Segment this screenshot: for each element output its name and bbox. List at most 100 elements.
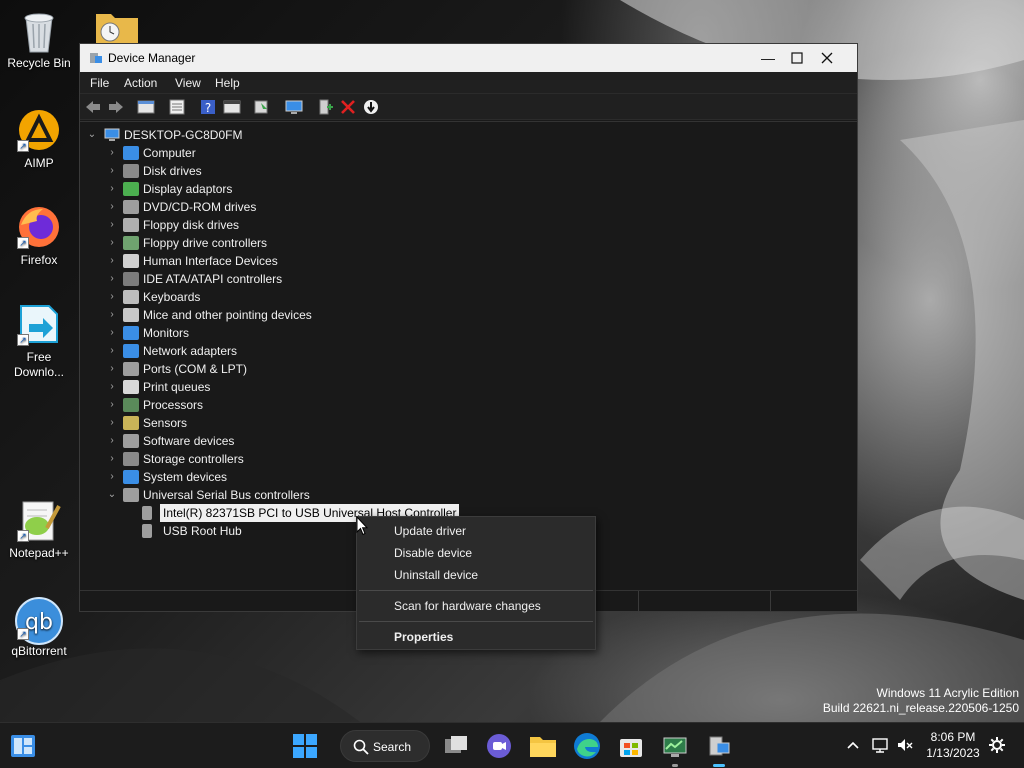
menu-action[interactable]: Action (124, 76, 157, 90)
system-clock[interactable]: 8:06 PM 1/13/2023 (922, 729, 984, 761)
desktop-icon-recycle-bin[interactable]: Recycle Bin (1, 8, 77, 71)
chevron-right-icon[interactable]: › (106, 360, 118, 378)
properties-list-icon[interactable] (137, 99, 155, 115)
chevron-right-icon[interactable]: › (106, 252, 118, 270)
tree-category[interactable]: › IDE ATA/ATAPI controllers (106, 270, 406, 288)
tree-category[interactable]: › Software devices (106, 432, 406, 450)
widgets-button[interactable] (8, 731, 38, 761)
chevron-right-icon[interactable]: › (106, 468, 118, 486)
chevron-right-icon[interactable]: › (106, 270, 118, 288)
tree-category[interactable]: › System devices (106, 468, 406, 486)
tree-category[interactable]: › Ports (COM & LPT) (106, 360, 406, 378)
update-driver-icon[interactable] (253, 99, 271, 115)
chevron-right-icon[interactable]: › (106, 144, 118, 162)
help-icon[interactable]: ? (199, 99, 217, 115)
taskbar-app-monitor[interactable] (660, 731, 690, 767)
chevron-right-icon[interactable]: › (106, 162, 118, 180)
search-label: Search (373, 740, 412, 754)
tree-category-label: Floppy drive controllers (143, 236, 268, 250)
menu-item-properties[interactable]: Properties (394, 630, 453, 644)
desktop-icon-free-download[interactable]: ↗ Free Downlo... (1, 302, 77, 380)
taskbar-app-device-manager[interactable] (704, 731, 734, 767)
title-bar[interactable]: Device Manager — (80, 44, 857, 72)
network-icon[interactable] (871, 736, 889, 754)
tree-category[interactable]: › Print queues (106, 378, 406, 396)
desktop-icon-aimp[interactable]: ↗ AIMP (1, 108, 77, 171)
tree-category[interactable]: › Floppy disk drives (106, 216, 406, 234)
file-explorer-button[interactable] (528, 731, 558, 761)
desktop-icon-label: Free Downlo... (13, 350, 65, 379)
chevron-right-icon[interactable]: › (106, 198, 118, 216)
tree-category[interactable]: › Processors (106, 396, 406, 414)
minimize-button[interactable]: — (753, 44, 783, 72)
show-hidden-icon[interactable] (223, 99, 241, 115)
notification-settings-icon[interactable] (988, 736, 1006, 754)
tree-root[interactable]: ⌄ DESKTOP-GC8D0FM (86, 126, 286, 144)
menu-item-update-driver[interactable]: Update driver (394, 524, 466, 538)
chevron-right-icon[interactable]: › (106, 234, 118, 252)
tree-category[interactable]: › DVD/CD-ROM drives (106, 198, 406, 216)
volume-muted-icon[interactable] (896, 736, 914, 754)
chevron-right-icon[interactable]: › (106, 396, 118, 414)
tree-category[interactable]: › Computer (106, 144, 406, 162)
menu-item-scan-hardware[interactable]: Scan for hardware changes (394, 599, 541, 613)
tree-category[interactable]: › Storage controllers (106, 450, 406, 468)
menu-item-disable-device[interactable]: Disable device (394, 546, 472, 560)
menu-help[interactable]: Help (215, 76, 240, 90)
chevron-down-icon[interactable]: ⌄ (106, 486, 118, 504)
context-menu[interactable]: Update driver Disable device Uninstall d… (356, 516, 596, 650)
chevron-right-icon[interactable]: › (106, 288, 118, 306)
search-button[interactable]: Search (340, 730, 430, 762)
start-button[interactable] (290, 731, 320, 761)
chevron-right-icon[interactable]: › (106, 216, 118, 234)
chevron-down-icon[interactable]: ⌄ (86, 126, 98, 144)
tree-category[interactable]: › Keyboards (106, 288, 406, 306)
chevron-right-icon[interactable]: › (106, 432, 118, 450)
edge-button[interactable] (572, 731, 602, 761)
forward-icon[interactable] (107, 99, 125, 115)
store-button[interactable] (616, 731, 646, 761)
tree-category[interactable]: › Sensors (106, 414, 406, 432)
back-icon[interactable] (84, 99, 102, 115)
tree-category[interactable]: › Disk drives (106, 162, 406, 180)
enable-device-icon[interactable] (317, 99, 335, 115)
chevron-up-icon[interactable] (844, 736, 862, 754)
taskbar: Search 8:06 PM 1/13/2023 (0, 722, 1024, 768)
disable-device-icon[interactable] (362, 99, 380, 115)
uninstall-icon[interactable] (339, 99, 357, 115)
desktop-icon-label: qBittorrent (11, 644, 67, 658)
chevron-right-icon[interactable]: › (106, 324, 118, 342)
chat-button[interactable] (484, 731, 514, 761)
chevron-right-icon[interactable]: › (106, 378, 118, 396)
chevron-right-icon[interactable]: › (106, 450, 118, 468)
tree-category[interactable]: ⌄ Universal Serial Bus controllers (106, 486, 406, 504)
device-category-icon (123, 290, 139, 304)
menu-view[interactable]: View (175, 76, 201, 90)
desktop-icon-firefox[interactable]: ↗ Firefox (1, 205, 77, 268)
menu-file[interactable]: File (90, 76, 109, 90)
tree-category[interactable]: › Human Interface Devices (106, 252, 406, 270)
desktop-icon-folder[interactable] (94, 8, 140, 48)
task-view-button[interactable] (441, 731, 471, 761)
tree-category[interactable]: › Display adaptors (106, 180, 406, 198)
maximize-button[interactable] (782, 44, 812, 72)
view-icon[interactable] (168, 99, 186, 115)
close-button[interactable] (812, 44, 842, 72)
tree-category-label: DVD/CD-ROM drives (143, 200, 257, 214)
device-category-icon (123, 470, 139, 484)
svg-text:qb: qb (25, 610, 53, 635)
chevron-right-icon[interactable]: › (106, 306, 118, 324)
chevron-right-icon[interactable]: › (106, 342, 118, 360)
chevron-right-icon[interactable]: › (106, 180, 118, 198)
tree-category[interactable]: › Monitors (106, 324, 406, 342)
toolbar: ? (80, 94, 857, 120)
desktop-icon-qbittorrent[interactable]: qb ↗ qBittorrent (1, 596, 77, 659)
tree-category[interactable]: › Floppy drive controllers (106, 234, 406, 252)
monitor-scan-icon[interactable] (285, 99, 303, 115)
desktop-icon-notepadpp[interactable]: ↗ Notepad++ (1, 498, 77, 561)
tree-category-label: Monitors (143, 326, 190, 340)
tree-category[interactable]: › Mice and other pointing devices (106, 306, 406, 324)
tree-category[interactable]: › Network adapters (106, 342, 406, 360)
menu-item-uninstall-device[interactable]: Uninstall device (394, 568, 478, 582)
chevron-right-icon[interactable]: › (106, 414, 118, 432)
